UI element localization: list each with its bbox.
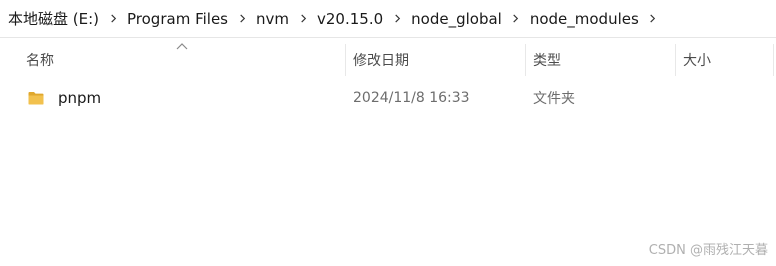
chevron-right-icon[interactable] <box>641 7 665 31</box>
column-header-row: 名称 修改日期 类型 大小 <box>0 43 776 76</box>
file-name-cell: pnpm <box>28 83 101 113</box>
chevron-right-icon[interactable] <box>291 7 315 31</box>
watermark: CSDN @雨残江天暮 <box>648 243 768 258</box>
chevron-right-icon[interactable] <box>385 7 409 31</box>
folder-icon <box>28 92 44 105</box>
file-row[interactable]: pnpm 2024/11/8 16:33 文件夹 <box>18 83 774 113</box>
column-divider[interactable] <box>773 44 774 76</box>
chevron-right-icon[interactable] <box>230 7 254 31</box>
breadcrumb-drive[interactable]: 本地磁盘 (E:) <box>6 4 101 33</box>
breadcrumb-nvm[interactable]: nvm <box>254 6 291 32</box>
breadcrumb-version[interactable]: v20.15.0 <box>315 6 385 32</box>
file-modified-date: 2024/11/8 16:33 <box>353 90 470 106</box>
chevron-right-icon[interactable] <box>504 7 528 31</box>
file-type: 文件夹 <box>533 91 575 107</box>
address-bar[interactable]: 本地磁盘 (E:) Program Files nvm v20.15.0 nod… <box>0 0 776 38</box>
column-header-name[interactable]: 名称 <box>18 44 344 76</box>
breadcrumb-node-global[interactable]: node_global <box>409 6 504 32</box>
breadcrumb-program-files[interactable]: Program Files <box>125 6 230 32</box>
breadcrumb-node-modules[interactable]: node_modules <box>528 6 641 32</box>
column-header-type[interactable]: 类型 <box>525 44 675 76</box>
file-name: pnpm <box>58 89 102 107</box>
column-header-size[interactable]: 大小 <box>675 44 773 76</box>
chevron-right-icon[interactable] <box>101 7 125 31</box>
column-header-date[interactable]: 修改日期 <box>345 44 525 76</box>
